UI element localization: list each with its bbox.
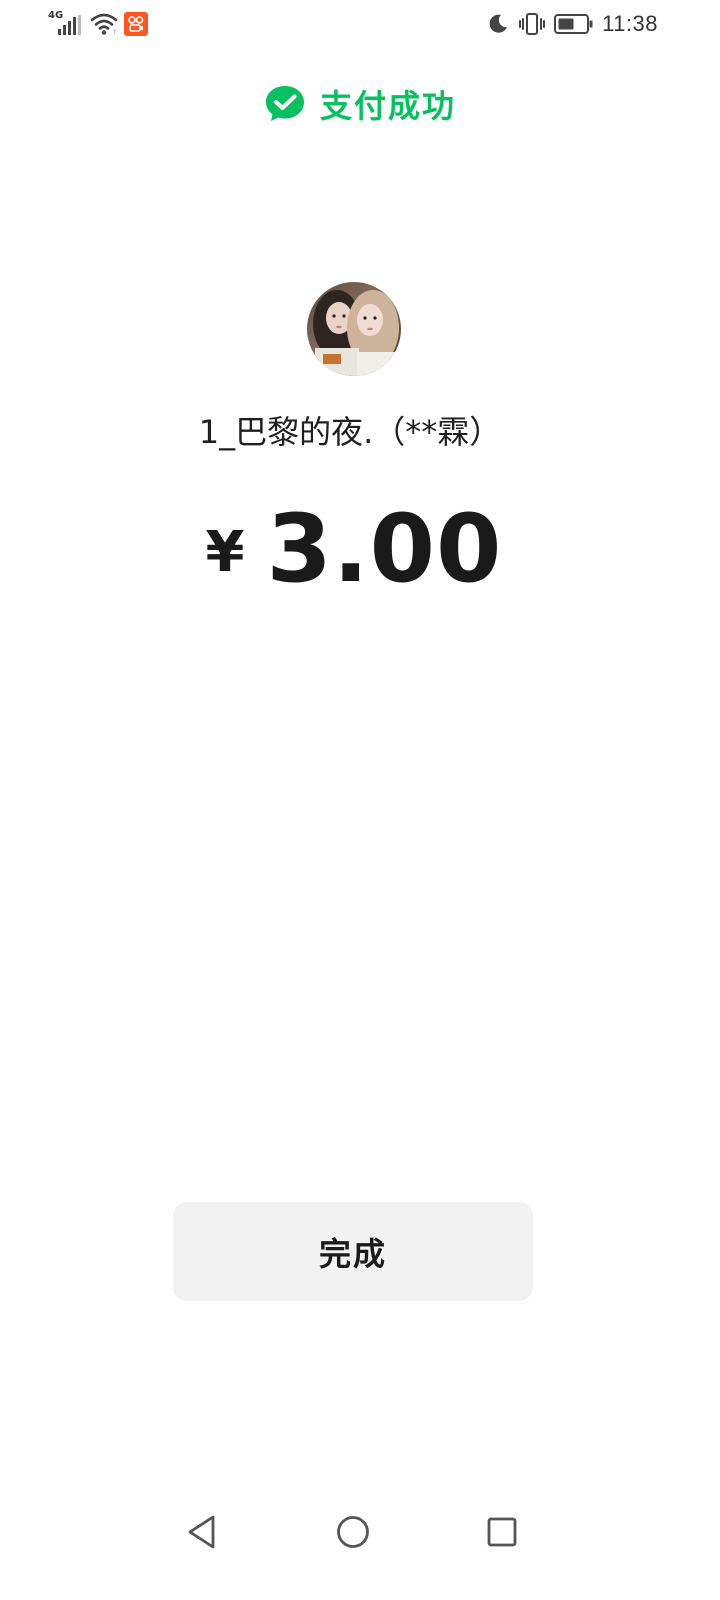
square-recents-icon	[487, 1517, 517, 1547]
status-bar: 4G ↑↓	[0, 0, 720, 48]
payee-name: 1_巴黎的夜.（**霖）	[198, 413, 502, 451]
payment-result-header: 支付成功	[0, 80, 720, 128]
wechat-pay-icon	[265, 86, 304, 121]
cellular-signal: 4G	[48, 11, 84, 37]
avatar	[307, 282, 401, 376]
payment-amount: ¥ 3.00	[0, 500, 708, 600]
status-right-group: 11:38	[486, 10, 658, 38]
nav-recents-button[interactable]	[480, 1510, 524, 1554]
triangle-back-icon	[188, 1515, 215, 1549]
circle-home-icon	[337, 1516, 369, 1548]
avatar-photo	[307, 282, 401, 376]
kuaishou-app-icon	[124, 12, 148, 36]
nav-home-button[interactable]	[331, 1510, 375, 1554]
battery-icon	[554, 14, 593, 34]
status-time: 11:38	[602, 11, 658, 36]
status-left-group: 4G ↑↓	[48, 10, 148, 38]
signal-bars-icon	[58, 15, 81, 35]
nav-back-button[interactable]	[180, 1510, 224, 1554]
moon-icon	[489, 14, 508, 33]
svg-text:↑↓: ↑↓	[112, 29, 118, 35]
payment-success-title: 支付成功	[319, 87, 456, 125]
done-button[interactable]: 完成	[173, 1202, 533, 1301]
system-nav-bar	[0, 1500, 720, 1560]
currency-symbol: ¥	[205, 520, 245, 585]
vibrate-icon	[519, 13, 546, 35]
wifi-icon: ↑↓	[90, 13, 118, 35]
amount-value: 3.00	[266, 495, 503, 604]
